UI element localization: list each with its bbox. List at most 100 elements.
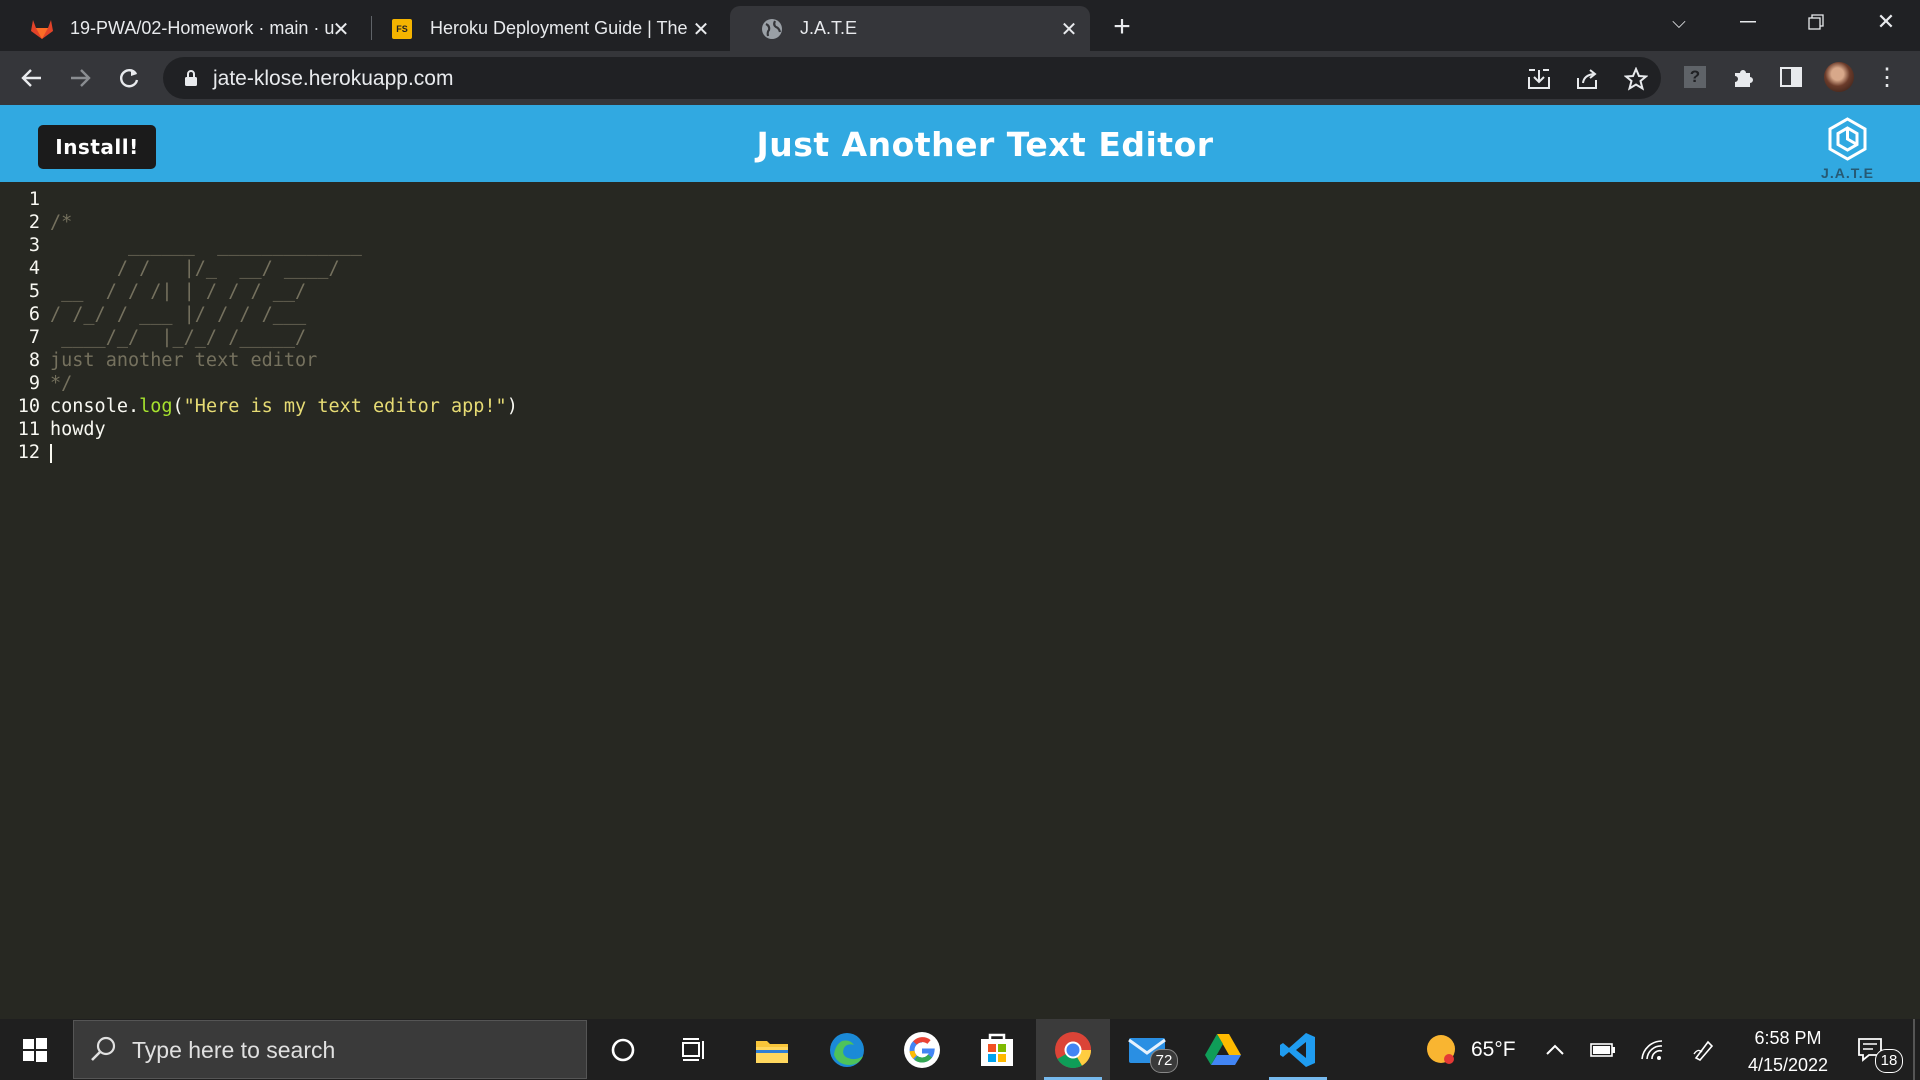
line-text: */ <box>50 373 73 394</box>
share-icon[interactable] <box>1575 66 1601 92</box>
line-number: 11 <box>17 419 40 440</box>
url-text: jate-klose.herokuapp.com <box>213 67 454 90</box>
pen-ink-icon[interactable] <box>1692 1019 1716 1080</box>
line-text: ____/_/ |_/_/ /_____/ <box>50 327 307 348</box>
show-desktop-button[interactable] <box>1913 1019 1915 1080</box>
back-button[interactable] <box>15 61 49 95</box>
editor-line: 9 */ <box>0 372 1920 395</box>
browser-toolbar: jate-klose.herokuapp.com ? ⋮ <box>0 51 1920 105</box>
chrome-icon <box>1055 1031 1091 1068</box>
tab-search-icon[interactable]: ⌵ <box>1651 0 1707 44</box>
line-number: 10 <box>17 396 40 417</box>
editor-line: 1 <box>0 188 1920 211</box>
sun-weather-icon <box>1427 1034 1455 1064</box>
side-panel-icon[interactable] <box>1775 61 1807 93</box>
edge-button[interactable] <box>810 1019 884 1080</box>
chrome-button[interactable] <box>1036 1019 1110 1080</box>
fs-icon: FS <box>390 17 414 41</box>
address-bar[interactable]: jate-klose.herokuapp.com <box>163 57 1661 99</box>
microsoft-store-button[interactable] <box>960 1019 1034 1080</box>
edge-icon <box>830 1032 864 1067</box>
google-icon <box>904 1031 940 1068</box>
weather-widget[interactable]: 65°F <box>1425 1019 1516 1080</box>
line-number: 6 <box>28 304 40 325</box>
new-tab-button[interactable]: + <box>1105 10 1139 44</box>
editor-line: 2 /* <box>0 211 1920 234</box>
code-object: console. <box>50 396 140 417</box>
line-text: howdy <box>50 419 106 440</box>
start-button[interactable] <box>10 1029 60 1071</box>
tray-overflow-chevron[interactable] <box>1545 1019 1565 1080</box>
task-view-icon <box>682 1037 704 1061</box>
battery-icon[interactable] <box>1590 1019 1616 1080</box>
page-title: Just Another Text Editor <box>756 125 1214 164</box>
code-editor[interactable]: 1 2 /* 3 ______ _____________ 4 / / |/_ … <box>0 182 1920 1019</box>
mail-badge: 72 <box>1150 1049 1178 1073</box>
line-text: __ / / /| | / / / __/ <box>50 281 307 302</box>
restore-button[interactable] <box>1788 0 1844 44</box>
close-window-button[interactable]: ✕ <box>1858 0 1914 44</box>
tab-heroku-guide[interactable]: FS Heroku Deployment Guide | The ✕ <box>360 6 722 51</box>
line-text: just another text editor <box>50 350 318 371</box>
close-tab-icon[interactable]: ✕ <box>328 16 354 42</box>
close-tab-icon[interactable]: ✕ <box>1056 16 1082 42</box>
tab-jate[interactable]: J.A.T.E ✕ <box>730 6 1090 51</box>
app-header: Install! Just Another Text Editor J.A.T.… <box>0 105 1920 182</box>
tab-title: 19-PWA/02-Homework · main · u <box>70 18 335 38</box>
wifi-icon[interactable] <box>1640 1019 1664 1080</box>
line-number: 12 <box>17 442 40 463</box>
minimize-button[interactable] <box>1720 0 1776 44</box>
clock-time: 6:58 PM <box>1754 1028 1822 1048</box>
jate-logo: J.A.T.E <box>1815 115 1880 181</box>
task-view-button[interactable] <box>658 1019 732 1080</box>
cortana-button[interactable] <box>586 1019 660 1080</box>
tab-gitlab[interactable]: 19-PWA/02-Homework · main · u ✕ <box>0 6 362 51</box>
back-arrow-icon <box>21 69 41 87</box>
logo-icon <box>1828 117 1867 161</box>
vscode-button[interactable] <box>1261 1019 1335 1080</box>
vscode-icon <box>1280 1032 1315 1067</box>
bookmark-star-icon[interactable] <box>1623 66 1649 92</box>
profile-avatar[interactable] <box>1823 61 1855 93</box>
editor-line: 3 ______ _____________ <box>0 234 1920 257</box>
line-number: 4 <box>28 258 40 279</box>
search-placeholder: Type here to search <box>132 1037 336 1063</box>
code-paren: ( <box>172 396 184 417</box>
google-drive-icon <box>1205 1033 1241 1065</box>
line-text: ______ _____________ <box>50 235 362 256</box>
browser-menu-icon[interactable]: ⋮ <box>1871 61 1903 93</box>
text-cursor <box>50 444 52 463</box>
close-tab-icon[interactable]: ✕ <box>688 16 714 42</box>
editor-line: 7 ____/_/ |_/_/ /_____/ <box>0 326 1920 349</box>
taskbar-clock[interactable]: 6:58 PM 4/15/2022 <box>1733 1025 1843 1079</box>
extensions-puzzle-icon[interactable] <box>1727 61 1759 93</box>
folder-icon <box>756 1040 788 1063</box>
file-explorer-button[interactable] <box>735 1019 809 1080</box>
mail-button[interactable]: 72 <box>1110 1019 1184 1080</box>
notification-center-button[interactable]: 18 <box>1857 1019 1903 1080</box>
help-extension-icon[interactable]: ? <box>1679 61 1711 93</box>
reload-icon <box>120 69 139 88</box>
line-text: / / |/_ __/ ____/ <box>50 258 340 279</box>
notification-badge: 18 <box>1875 1049 1903 1073</box>
forward-button[interactable] <box>63 61 97 95</box>
gitlab-icon <box>30 17 54 41</box>
search-icon <box>91 1036 116 1061</box>
forward-arrow-icon <box>71 69 91 87</box>
reload-button[interactable] <box>112 61 146 95</box>
line-number: 7 <box>28 327 40 348</box>
clock-date: 4/15/2022 <box>1747 1055 1829 1075</box>
line-text: /* <box>50 212 73 233</box>
google-drive-button[interactable] <box>1186 1019 1260 1080</box>
google-app-button[interactable] <box>885 1019 959 1080</box>
line-number: 5 <box>28 281 40 302</box>
line-text: console.log("Here is my text editor app!… <box>50 395 518 418</box>
taskbar-search-box[interactable]: Type here to search <box>73 1020 587 1079</box>
windows-logo-icon <box>23 1038 47 1062</box>
store-icon <box>981 1033 1013 1066</box>
install-app-icon[interactable] <box>1526 66 1552 92</box>
line-number: 9 <box>28 373 40 394</box>
line-text: / /_/ / ___ |/ / / /___ <box>50 304 307 325</box>
code-paren: ) <box>506 396 518 417</box>
line-number: 2 <box>28 212 40 233</box>
